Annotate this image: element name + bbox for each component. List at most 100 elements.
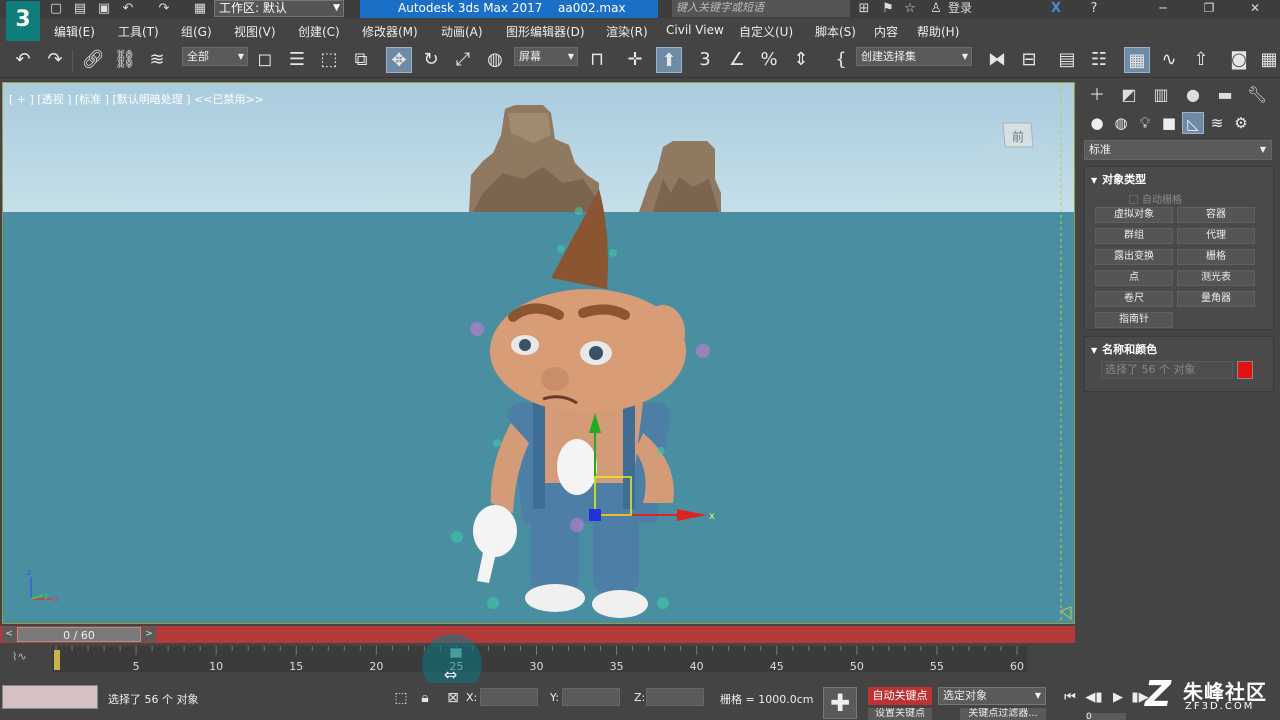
link-icon[interactable]: 🔗︎ <box>80 47 106 73</box>
app-logo-icon[interactable]: 3 <box>6 1 40 41</box>
dummy-button[interactable]: 虚拟对象 <box>1095 207 1173 223</box>
select-object-icon[interactable]: ◻ <box>252 47 278 73</box>
snaps-toggle-icon[interactable]: 3 <box>692 47 718 73</box>
point-button[interactable]: 点 <box>1095 270 1173 286</box>
rectangular-selection-icon[interactable]: ⬚ <box>316 47 342 73</box>
layer-explorer-icon[interactable]: ▤ <box>1054 47 1080 73</box>
time-slider[interactable]: < 0 / 60 > <box>0 626 1075 643</box>
minimize-button[interactable]: ─ <box>1148 0 1178 18</box>
x-coordinate-field[interactable] <box>480 688 538 706</box>
select-and-place-icon[interactable]: ◍ <box>482 47 508 73</box>
unlink-icon[interactable]: ⛓︎ <box>112 47 138 73</box>
menu-help[interactable]: 帮助(H) <box>917 23 959 40</box>
go-to-start-icon[interactable]: ⏮ <box>1060 689 1080 707</box>
select-manipulate-icon[interactable]: ✛ <box>622 47 648 73</box>
mirror-icon[interactable]: ⧓ <box>984 47 1010 73</box>
select-and-move-icon[interactable]: ✥ <box>386 47 412 73</box>
y-coordinate-field[interactable] <box>562 688 620 706</box>
previous-frame-arrow-icon[interactable]: < <box>2 627 16 642</box>
align-icon[interactable]: ⊟ <box>1016 47 1042 73</box>
angle-snap-icon[interactable]: ∠ <box>724 47 750 73</box>
menu-group[interactable]: 组(G) <box>181 23 212 40</box>
help-icon[interactable]: ? <box>1086 1 1102 17</box>
isolate-selection-icon[interactable]: ⬚ <box>388 685 414 711</box>
next-frame-arrow-icon[interactable]: > <box>142 627 156 642</box>
current-frame-field[interactable]: 0 <box>1086 713 1126 720</box>
material-editor-icon[interactable]: ◙ <box>1226 47 1252 73</box>
auto-key-button[interactable]: 自动关键点 <box>868 687 932 705</box>
motion-tab-icon[interactable]: ● <box>1182 84 1204 106</box>
menu-edit[interactable]: 编辑(E) <box>54 23 95 40</box>
percent-snap-icon[interactable]: % <box>756 47 782 73</box>
render-setup-icon[interactable]: ▦ <box>1256 47 1280 73</box>
scene-explorer-icon[interactable]: ▦ <box>1124 47 1150 73</box>
set-key-large-button[interactable]: ✚ <box>823 687 857 719</box>
expose-tm-button[interactable]: 露出变换 <box>1095 249 1173 265</box>
z-coordinate-field[interactable] <box>646 688 704 706</box>
space-warps-category-icon[interactable]: ≋ <box>1206 112 1228 134</box>
menu-tools[interactable]: 工具(T) <box>118 23 159 40</box>
object-color-swatch[interactable] <box>1237 361 1253 379</box>
shapes-category-icon[interactable]: ◍ <box>1110 112 1132 134</box>
redo-icon[interactable]: ↷ <box>42 47 68 73</box>
login-link[interactable]: 登录 <box>948 0 972 17</box>
select-and-rotate-icon[interactable]: ↻ <box>418 47 444 73</box>
workspace-dropdown[interactable]: 工作区: 默认 ▼ <box>214 0 344 17</box>
object-name-field[interactable]: 选择了 56 个 对象 <box>1101 361 1233 379</box>
select-and-scale-icon[interactable]: ⤢ <box>450 47 476 73</box>
menu-create[interactable]: 创建(C) <box>298 23 340 40</box>
schematic-view-icon[interactable]: ⇧ <box>1188 47 1214 73</box>
named-selection-dropdown[interactable]: 创建选择集 ▼ <box>856 47 972 66</box>
absolute-transform-icon[interactable]: ⊠ <box>440 685 466 711</box>
crowd-button[interactable]: 群组 <box>1095 228 1173 244</box>
modify-tab-icon[interactable]: ◩ <box>1118 84 1140 106</box>
menu-content[interactable]: 内容 <box>874 23 898 40</box>
maximize-button[interactable]: ❐ <box>1194 0 1224 18</box>
compass-button[interactable]: 指南针 <box>1095 312 1173 328</box>
viewport-label[interactable]: [ + ] [透视 ] [标准 ] [默认明暗处理 ] <<已禁用>> <box>9 91 264 107</box>
systems-category-icon[interactable]: ⚙ <box>1230 112 1252 134</box>
binoculars-icon[interactable]: ⊞ <box>856 1 872 17</box>
selection-lock-icon[interactable]: 🔒︎ <box>412 685 438 711</box>
close-button[interactable]: ✕ <box>1240 0 1270 18</box>
select-by-name-icon[interactable]: ☰ <box>284 47 310 73</box>
project-folder-icon[interactable]: ▦ <box>192 1 208 16</box>
tape-button[interactable]: 卷尺 <box>1095 291 1173 307</box>
protractor-button[interactable]: 量角器 <box>1177 291 1255 307</box>
create-tab-icon[interactable]: ＋ <box>1086 84 1108 106</box>
new-file-icon[interactable]: ▢ <box>48 1 64 16</box>
maxscript-listener[interactable] <box>2 685 98 709</box>
keyframe-marker[interactable] <box>54 650 60 670</box>
key-filters-button[interactable]: 关键点过滤器... <box>960 708 1046 720</box>
undo-icon[interactable]: ↶ <box>10 47 36 73</box>
menu-customize[interactable]: 自定义(U) <box>739 23 793 40</box>
menu-rendering[interactable]: 渲染(R) <box>606 23 648 40</box>
reference-coordinate-dropdown[interactable]: 屏幕 ▼ <box>514 47 578 66</box>
favorites-star-icon[interactable]: ☆ <box>902 1 918 17</box>
rollout-header[interactable]: ▼ 名称和颜色 <box>1091 341 1157 357</box>
hierarchy-tab-icon[interactable]: ▥ <box>1150 84 1172 106</box>
track-ruler[interactable]: 51015202530354045505560 <box>52 646 1027 673</box>
geometry-category-icon[interactable]: ● <box>1086 112 1108 134</box>
auto-grid-checkbox[interactable]: 自动栅格 <box>1129 191 1182 206</box>
viewcube[interactable]: 前 <box>987 119 1051 161</box>
curve-editor-icon[interactable]: ∿ <box>1156 47 1182 73</box>
redo-icon[interactable]: ↷ <box>156 1 172 16</box>
pivot-center-icon[interactable]: ⊓ <box>584 47 610 73</box>
save-file-icon[interactable]: ▣ <box>96 1 112 16</box>
container-button[interactable]: 容器 <box>1177 207 1255 223</box>
window-crossing-icon[interactable]: ⧉ <box>348 47 374 73</box>
cameras-category-icon[interactable]: ■ <box>1158 112 1180 134</box>
menu-scripting[interactable]: 脚本(S) <box>815 23 856 40</box>
display-tab-icon[interactable]: ▬ <box>1214 84 1236 106</box>
search-input[interactable]: 键入关键字或短语 <box>672 0 850 17</box>
delegate-button[interactable]: 代理 <box>1177 228 1255 244</box>
spinner-snap-icon[interactable]: ⇕ <box>788 47 814 73</box>
rollout-header[interactable]: ▼ 对象类型 <box>1091 171 1146 187</box>
set-key-button[interactable]: 设置关键点 <box>868 708 932 720</box>
selection-filter-dropdown[interactable]: 全部 ▼ <box>182 47 248 66</box>
bind-space-warp-icon[interactable]: ≋ <box>144 47 170 73</box>
subscription-icon[interactable]: ⚑ <box>880 1 896 17</box>
menu-views[interactable]: 视图(V) <box>234 23 276 40</box>
menu-civil-view[interactable]: Civil View <box>666 23 724 37</box>
